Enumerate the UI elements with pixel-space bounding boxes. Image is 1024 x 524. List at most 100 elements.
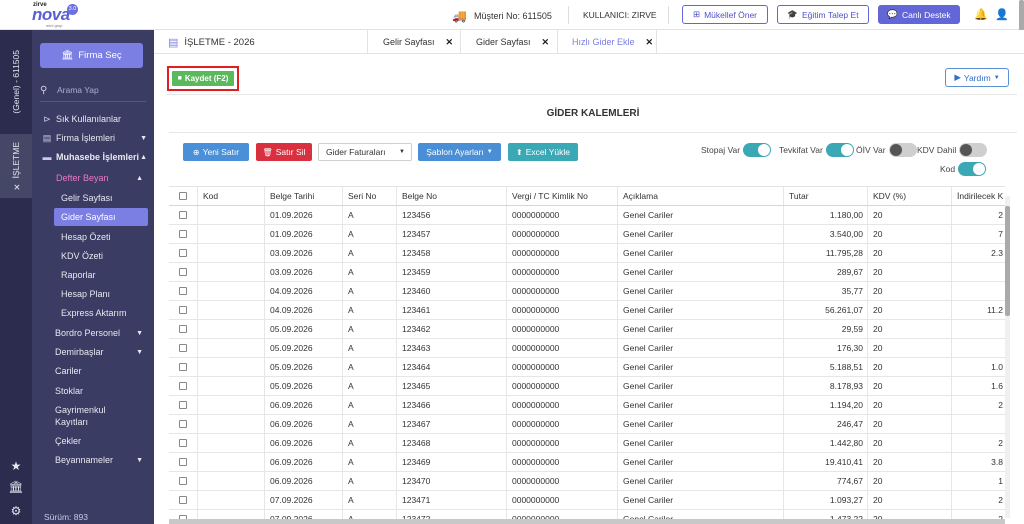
close-icon[interactable]: ✕ <box>446 37 454 48</box>
row-checkbox[interactable] <box>179 420 187 428</box>
column-header[interactable]: Kod <box>197 187 264 205</box>
table-cell[interactable]: 0000000000 <box>506 415 617 433</box>
toggle-switch-on[interactable] <box>743 143 772 157</box>
table-cell[interactable]: 0000000000 <box>506 263 617 281</box>
table-cell[interactable]: 123467 <box>396 415 506 433</box>
table-cell[interactable]: 123466 <box>396 396 506 414</box>
kdv-dahil-toggle[interactable]: KDV Dahil <box>917 143 988 157</box>
table-row[interactable]: 05.09.2026 A 123462 0000000000 Genel Cariler… <box>169 320 1005 339</box>
table-cell[interactable]: A <box>342 206 396 224</box>
table-row[interactable]: 01.09.2026 A 123457 0000000000 Genel Cariler… <box>169 225 1005 244</box>
table-cell[interactable]: 07.09.2026 <box>264 491 342 509</box>
table-cell[interactable]: A <box>342 320 396 338</box>
table-cell[interactable]: 05.09.2026 <box>264 358 342 376</box>
table-cell[interactable]: 3.8 <box>951 453 1005 471</box>
table-cell[interactable]: 2 <box>951 206 1005 224</box>
table-vertical-scrollbar[interactable] <box>1005 196 1010 518</box>
table-cell[interactable]: 01.09.2026 <box>264 225 342 243</box>
bell-icon[interactable]: 🔔 <box>974 8 988 22</box>
table-cell[interactable]: 1.442,80 <box>783 434 867 452</box>
table-cell[interactable]: Genel Cariler <box>617 415 783 433</box>
sidebar-item-defter-beyan[interactable]: Defter Beyan ▲ <box>54 169 148 187</box>
table-cell[interactable]: 1.180,00 <box>783 206 867 224</box>
row-checkbox[interactable] <box>179 477 187 485</box>
table-cell[interactable]: 176,30 <box>783 339 867 357</box>
row-checkbox[interactable] <box>179 458 187 466</box>
sidebar-item-hesap-ozeti[interactable]: Hesap Özeti <box>54 228 148 246</box>
table-cell[interactable]: 20 <box>867 434 951 452</box>
table-cell[interactable] <box>197 282 264 300</box>
row-checkbox[interactable] <box>179 382 187 390</box>
table-cell[interactable]: Genel Cariler <box>617 320 783 338</box>
row-checkbox[interactable] <box>179 496 187 504</box>
table-cell[interactable]: A <box>342 301 396 319</box>
user-icon[interactable]: 👤 <box>995 8 1009 22</box>
table-cell[interactable]: A <box>342 453 396 471</box>
sidebar-item-demirbaslar[interactable]: Demirbaşlar ▼ <box>48 343 148 361</box>
sidebar-item-kdv-ozeti[interactable]: KDV Özeti <box>54 247 148 265</box>
table-cell[interactable]: Genel Cariler <box>617 472 783 490</box>
table-cell[interactable]: 06.09.2026 <box>264 396 342 414</box>
table-cell[interactable] <box>197 320 264 338</box>
table-cell[interactable] <box>197 396 264 414</box>
table-cell[interactable]: 5.188,51 <box>783 358 867 376</box>
save-button[interactable]: ■ Kaydet (F2) <box>172 71 234 86</box>
table-cell[interactable]: 2 <box>951 434 1005 452</box>
table-cell[interactable]: Genel Cariler <box>617 491 783 509</box>
toggle-switch-on[interactable] <box>825 143 854 157</box>
table-cell[interactable]: 0000000000 <box>506 434 617 452</box>
column-header[interactable]: Tutar <box>783 187 867 205</box>
firma-sec-button[interactable]: 🏛 Firma Seç <box>40 43 143 68</box>
scroll-thumb[interactable] <box>1005 206 1010 316</box>
table-cell[interactable]: 0000000000 <box>506 472 617 490</box>
stopaj-toggle[interactable]: Stopaj Var <box>701 143 772 157</box>
table-cell[interactable]: 06.09.2026 <box>264 472 342 490</box>
table-cell[interactable]: 06.09.2026 <box>264 415 342 433</box>
sidebar-item-raporlar[interactable]: Raporlar <box>54 266 148 284</box>
row-checkbox[interactable] <box>179 401 187 409</box>
sidebar-search[interactable]: ⚲ Arama Yap <box>40 83 146 97</box>
table-cell[interactable]: Genel Cariler <box>617 263 783 281</box>
sidebar-item-cekler[interactable]: Çekler <box>48 432 148 450</box>
table-cell[interactable] <box>197 377 264 395</box>
table-cell[interactable]: A <box>342 282 396 300</box>
sidebar-item-favorites[interactable]: ⊳ Sık Kullanılanlar <box>32 110 154 128</box>
table-cell[interactable]: 05.09.2026 <box>264 320 342 338</box>
table-cell[interactable]: 0000000000 <box>506 225 617 243</box>
table-cell[interactable]: Genel Cariler <box>617 377 783 395</box>
table-cell[interactable]: A <box>342 415 396 433</box>
table-cell[interactable]: 123457 <box>396 225 506 243</box>
table-cell[interactable]: 20 <box>867 244 951 262</box>
table-cell[interactable] <box>197 434 264 452</box>
table-row[interactable]: 06.09.2026 A 123466 0000000000 Genel Cariler… <box>169 396 1005 415</box>
toggle-switch-on[interactable] <box>958 162 987 176</box>
table-cell[interactable]: 19.410,41 <box>783 453 867 471</box>
table-cell[interactable] <box>951 320 1005 338</box>
help-button[interactable]: ▶ Yardım ▼ <box>945 68 1009 87</box>
table-cell[interactable]: 123460 <box>396 282 506 300</box>
row-checkbox[interactable] <box>179 287 187 295</box>
table-cell[interactable]: 20 <box>867 472 951 490</box>
table-cell[interactable]: 8.178,93 <box>783 377 867 395</box>
toggle-switch-off[interactable] <box>888 143 917 157</box>
table-row[interactable]: 05.09.2026 A 123463 0000000000 Genel Cariler… <box>169 339 1005 358</box>
sidebar-item-gayrimenkul[interactable]: Gayrimenkul Kayıtları <box>48 401 148 429</box>
table-cell[interactable]: 123463 <box>396 339 506 357</box>
table-cell[interactable] <box>197 206 264 224</box>
table-cell[interactable]: 20 <box>867 225 951 243</box>
sidebar-item-firma-islemleri[interactable]: ▤ Firma İşlemleri ▼ <box>32 129 154 147</box>
table-cell[interactable] <box>197 472 264 490</box>
egitim-talep-button[interactable]: 🎓 Eğitim Talep Et <box>777 5 869 24</box>
table-row[interactable]: 03.09.2026 A 123459 0000000000 Genel Cariler… <box>169 263 1005 282</box>
table-cell[interactable]: A <box>342 377 396 395</box>
table-cell[interactable] <box>197 263 264 281</box>
column-header[interactable]: KDV (%) <box>867 187 951 205</box>
table-cell[interactable]: 11.795,28 <box>783 244 867 262</box>
table-cell[interactable]: 04.09.2026 <box>264 301 342 319</box>
template-settings-button[interactable]: Şablon Ayarları ▼ <box>418 143 501 161</box>
invoice-type-select[interactable]: Gider Faturaları ▼ <box>318 143 412 161</box>
table-cell[interactable]: 03.09.2026 <box>264 244 342 262</box>
star-icon[interactable]: ★ <box>8 458 24 474</box>
table-cell[interactable]: 123461 <box>396 301 506 319</box>
oiv-toggle[interactable]: ÖİV Var <box>856 143 917 157</box>
